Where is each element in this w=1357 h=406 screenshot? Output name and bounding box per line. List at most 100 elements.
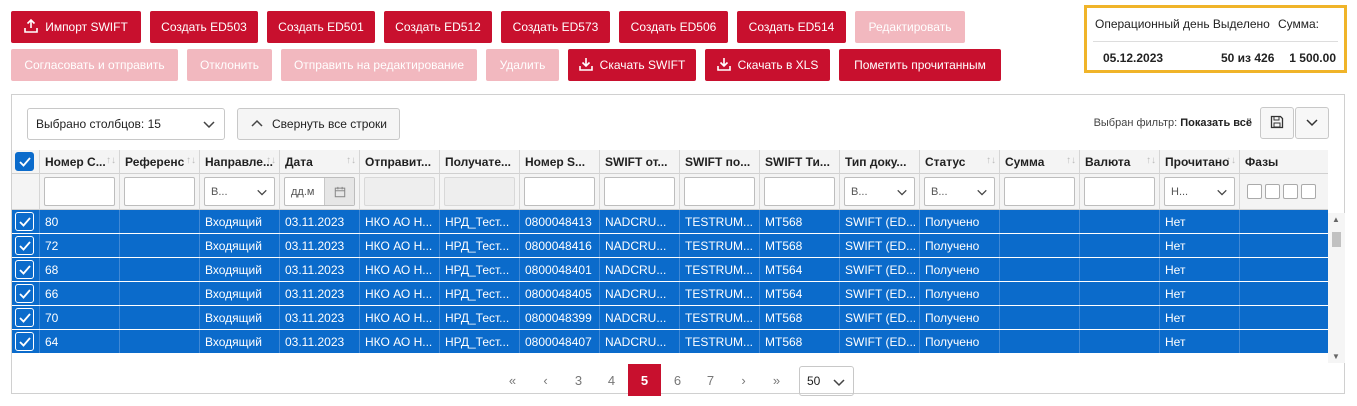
sort-icon[interactable]: ↑↓ — [1146, 155, 1156, 166]
vertical-scrollbar[interactable]: ▲ ▼ — [1328, 213, 1345, 363]
calendar-icon[interactable] — [324, 178, 354, 205]
mark-read-button[interactable]: Пометить прочитанным — [839, 49, 1001, 81]
filter-menu-button[interactable] — [1295, 107, 1329, 139]
col-header-receiver[interactable]: Получате... — [440, 150, 520, 174]
approve-send-button[interactable]: Согласовать и отправить — [11, 49, 178, 81]
col-header-currency[interactable]: Валюта ↑↓ — [1080, 150, 1160, 174]
row-select-cell[interactable] — [12, 306, 40, 329]
col-header-swift-type[interactable]: SWIFT Ти... — [760, 150, 840, 174]
col-header-sender[interactable]: Отправит... — [360, 150, 440, 174]
filter-date[interactable]: дд.м — [284, 177, 355, 206]
row-checkbox[interactable] — [15, 236, 34, 255]
row-checkbox[interactable] — [15, 260, 34, 279]
col-header-reference[interactable]: Референс ↑↓ — [120, 150, 200, 174]
page-button[interactable]: 6 — [661, 364, 694, 396]
download-xls-button[interactable]: Скачать в XLS — [705, 49, 830, 81]
table-row[interactable]: 72 Входящий 03.11.2023 НКО АО Н... НРД_Тест.… — [12, 234, 1328, 258]
create-ed512-button[interactable]: Создать ED512 — [384, 11, 492, 43]
col-header-read[interactable]: Прочитано ↑↓ — [1160, 150, 1240, 174]
sort-icon[interactable]: ↑↓ — [186, 155, 196, 166]
table-row[interactable]: 66 Входящий 03.11.2023 НКО АО Н... НРД_Тест.… — [12, 282, 1328, 306]
last-page-button[interactable]: » — [760, 364, 793, 396]
cell-date: 03.11.2023 — [280, 306, 360, 329]
create-ed503-button[interactable]: Создать ED503 — [150, 11, 258, 43]
row-checkbox[interactable] — [15, 332, 34, 351]
create-ed573-button[interactable]: Создать ED573 — [501, 11, 610, 43]
first-page-button[interactable]: « — [496, 364, 529, 396]
row-checkbox[interactable] — [15, 212, 34, 231]
col-header-direction[interactable]: Направле... ↑↓ — [200, 150, 280, 174]
row-select-cell[interactable] — [12, 282, 40, 305]
filter-direction[interactable]: В... — [204, 177, 275, 206]
scroll-thumb[interactable] — [1332, 232, 1341, 247]
table-row[interactable]: 80 Входящий 03.11.2023 НКО АО Н... НРД_Тест.… — [12, 210, 1328, 234]
phase-checkbox[interactable] — [1265, 184, 1280, 199]
collapse-rows-button[interactable]: Свернуть все строки — [237, 108, 400, 140]
col-header-swift-to[interactable]: SWIFT по... — [680, 150, 760, 174]
row-checkbox[interactable] — [15, 308, 34, 327]
scroll-down-icon[interactable]: ▼ — [1332, 352, 1340, 361]
scroll-up-icon[interactable]: ▲ — [1332, 215, 1340, 224]
phase-checkbox[interactable] — [1247, 184, 1262, 199]
sort-icon[interactable]: ↑↓ — [346, 155, 356, 166]
filter-swift-from[interactable] — [604, 177, 675, 206]
filter-swift-number[interactable] — [524, 177, 595, 206]
sort-icon[interactable]: ↑↓ — [106, 155, 116, 166]
filter-swift-to[interactable] — [684, 177, 755, 206]
create-ed501-button[interactable]: Создать ED501 — [267, 11, 375, 43]
download-swift-button[interactable]: Скачать SWIFT — [568, 49, 696, 81]
col-header-amount[interactable]: Сумма ↑↓ — [1000, 150, 1080, 174]
col-header-status[interactable]: Статус ↑↓ — [920, 150, 1000, 174]
filter-number[interactable] — [44, 177, 115, 206]
column-selector[interactable]: Выбрано столбцов: 15 — [27, 108, 225, 140]
page-size-select[interactable]: 50 — [799, 366, 854, 396]
current-page-button[interactable]: 5 — [628, 364, 661, 396]
row-select-cell[interactable] — [12, 330, 40, 353]
page-button[interactable]: 3 — [562, 364, 595, 396]
col-header-number[interactable]: Номер С... ↑↓ — [40, 150, 120, 174]
page-button[interactable]: 4 — [595, 364, 628, 396]
cell-currency — [1080, 210, 1160, 233]
col-header-swift-from[interactable]: SWIFT от... — [600, 150, 680, 174]
filter-amount[interactable] — [1004, 177, 1075, 206]
filter-read[interactable]: Н... — [1164, 177, 1235, 206]
phase-checkbox[interactable] — [1283, 184, 1298, 199]
sort-icon[interactable]: ↑↓ — [266, 155, 276, 166]
row-select-cell[interactable] — [12, 210, 40, 233]
create-ed506-button[interactable]: Создать ED506 — [619, 11, 728, 43]
col-header-date[interactable]: Дата ↑↓ — [280, 150, 360, 174]
send-for-edit-button[interactable]: Отправить на редактирование — [281, 49, 477, 81]
cell-read: Нет — [1160, 282, 1240, 305]
row-select-cell[interactable] — [12, 234, 40, 257]
sort-icon[interactable]: ↑↓ — [986, 155, 996, 166]
col-header-swift-number[interactable]: Номер S... — [520, 150, 600, 174]
filter-swift-type[interactable] — [764, 177, 835, 206]
table-row[interactable]: 64 Входящий 03.11.2023 НКО АО Н... НРД_Тест.… — [12, 330, 1328, 354]
save-filter-button[interactable] — [1260, 107, 1294, 139]
row-select-cell[interactable] — [12, 258, 40, 281]
import-swift-button[interactable]: Импорт SWIFT — [11, 11, 141, 43]
active-filter: Выбран фильтр: Показать всё — [1093, 117, 1252, 129]
reject-button[interactable]: Отклонить — [187, 49, 272, 81]
col-header-phases[interactable]: Фазы — [1240, 150, 1328, 174]
table-row[interactable]: 70 Входящий 03.11.2023 НКО АО Н... НРД_Тест.… — [12, 306, 1328, 330]
page-button[interactable]: 7 — [694, 364, 727, 396]
table-row[interactable]: 68 Входящий 03.11.2023 НКО АО Н... НРД_Тест.… — [12, 258, 1328, 282]
sort-icon[interactable]: ↑↓ — [1066, 155, 1076, 166]
phase-checkbox[interactable] — [1301, 184, 1316, 199]
col-header-doc-type[interactable]: Тип доку... — [840, 150, 920, 174]
delete-button[interactable]: Удалить — [486, 49, 559, 81]
create-ed514-button[interactable]: Создать ED514 — [737, 11, 846, 43]
filter-doc-type[interactable]: В... — [844, 177, 915, 206]
select-all-cell[interactable] — [12, 150, 40, 174]
prev-page-button[interactable]: ‹ — [529, 364, 562, 396]
sort-icon[interactable]: ↑↓ — [1226, 155, 1236, 166]
row-checkbox[interactable] — [15, 284, 34, 303]
next-page-button[interactable]: › — [727, 364, 760, 396]
filter-reference[interactable] — [124, 177, 195, 206]
filter-status[interactable]: В... — [924, 177, 995, 206]
filter-currency[interactable] — [1084, 177, 1155, 206]
edit-button[interactable]: Редактировать — [855, 11, 965, 43]
filter-phases[interactable] — [1244, 184, 1316, 199]
select-all-checkbox[interactable] — [15, 152, 34, 171]
